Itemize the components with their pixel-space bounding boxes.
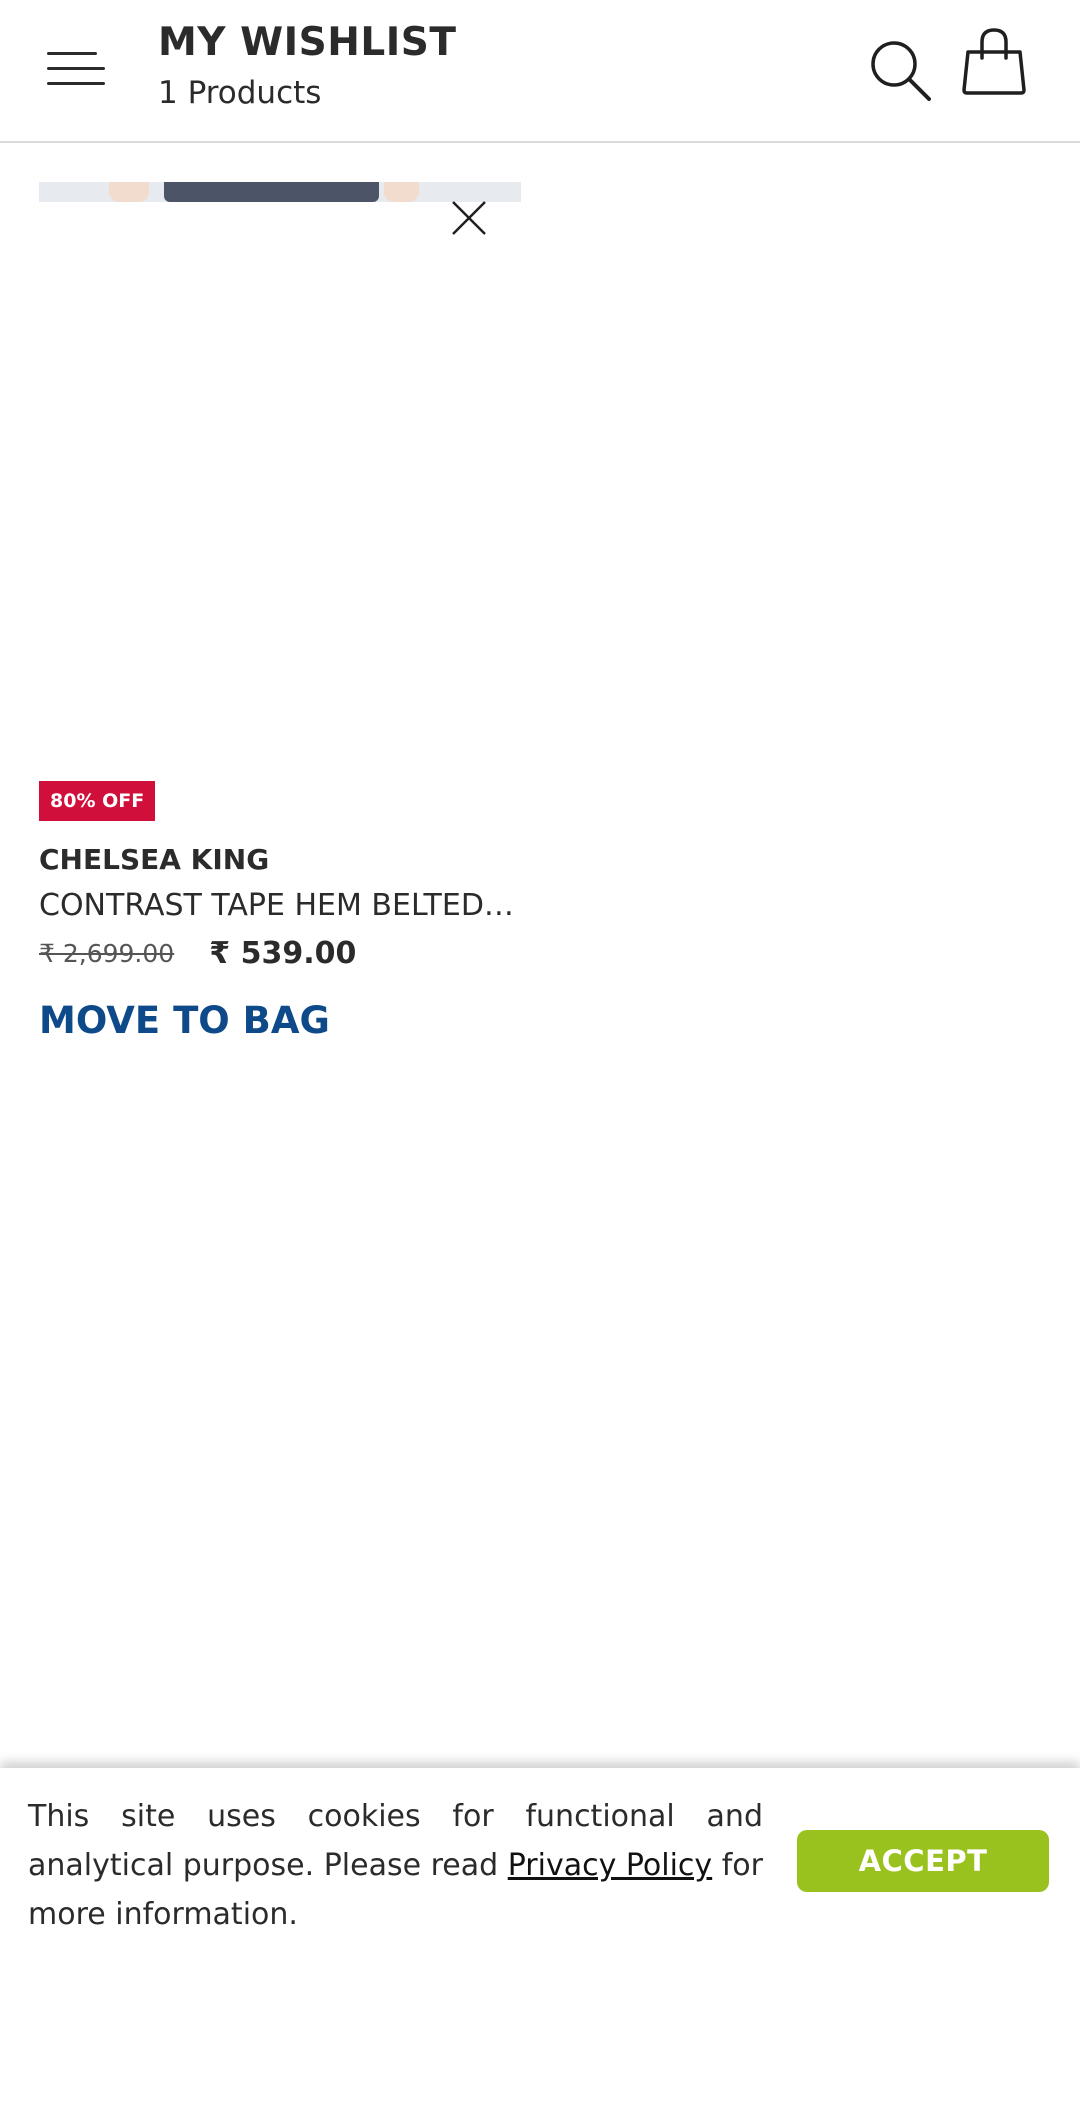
- privacy-policy-link[interactable]: Privacy Policy: [508, 1848, 712, 1883]
- shopping-bag-icon[interactable]: [958, 26, 1030, 98]
- discount-badge: 80% OFF: [39, 781, 156, 821]
- page-title: MY WISHLIST: [158, 20, 457, 65]
- original-price: ₹ 2,699.00: [39, 939, 175, 968]
- price-row: ₹ 2,699.00 ₹ 539.00: [39, 936, 356, 971]
- move-to-bag-button[interactable]: MOVE TO BAG: [39, 999, 330, 1042]
- accept-cookies-button[interactable]: ACCEPT: [797, 1830, 1049, 1892]
- cookie-banner: This site uses cookies for functional an…: [0, 1768, 1080, 2114]
- search-icon[interactable]: [866, 36, 936, 106]
- product-name[interactable]: CONTRAST TAPE HEM BELTED SHIRT: [39, 888, 519, 923]
- brand-name: CHELSEA KING: [39, 843, 270, 876]
- close-icon[interactable]: [449, 198, 489, 238]
- menu-icon[interactable]: [47, 50, 107, 90]
- app-header: MY WISHLIST 1 Products: [0, 0, 1080, 143]
- current-price: ₹ 539.00: [209, 936, 357, 971]
- product-count: 1 Products: [158, 75, 322, 111]
- cookie-message: This site uses cookies for functional an…: [28, 1792, 763, 1939]
- product-image[interactable]: [39, 182, 521, 757]
- wishlist-item: 80% OFF CHELSEA KING CONTRAST TAPE HEM B…: [39, 182, 521, 1042]
